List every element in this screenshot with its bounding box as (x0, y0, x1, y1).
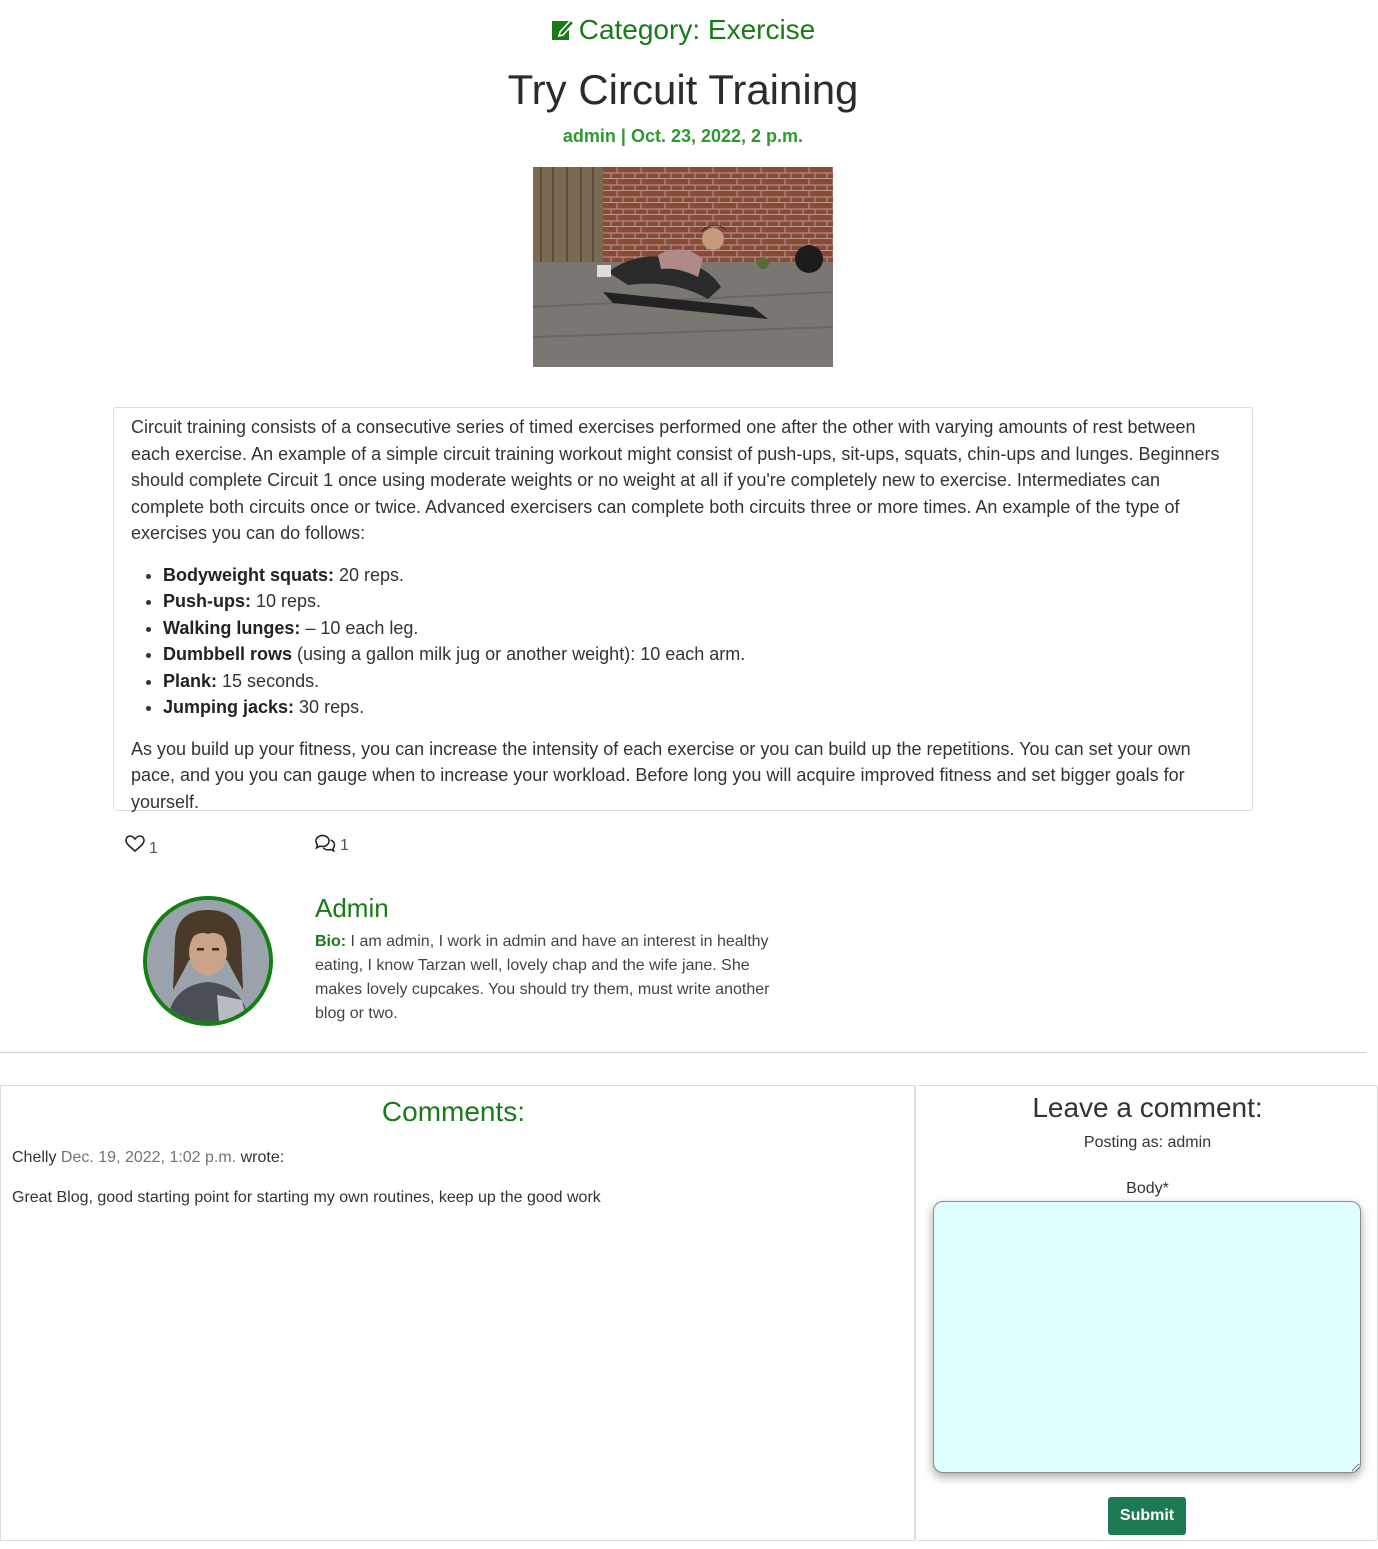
body-label: Body* (1126, 1180, 1169, 1197)
comment-count-indicator: 1 (314, 834, 349, 857)
exercise-detail: – 10 each leg. (300, 617, 419, 638)
author-avatar (143, 896, 273, 1026)
like-count: 1 (149, 840, 158, 857)
exercise-detail: (using a gallon milk jug or another weig… (292, 644, 746, 664)
exercise-name: Walking lunges: (163, 617, 301, 638)
comment-date: Dec. 19, 2022, 1:02 p.m. (60, 1149, 237, 1166)
exercise-name: Plank: (163, 670, 218, 691)
form-title: Leave a comment: (1032, 1092, 1263, 1123)
exercise-detail: 20 reps. (334, 564, 405, 585)
category-label: Category: Exercise (578, 14, 816, 45)
comment-header: Chelly Dec. 19, 2022, 1:02 p.m. wrote: (12, 1149, 284, 1167)
author-bio: Bio: I am admin, I work in admin and hav… (315, 930, 770, 1026)
comments-panel: Comments: Chelly Dec. 19, 2022, 1:02 p.m… (0, 1085, 915, 1541)
bio-label: Bio: (315, 933, 347, 950)
like-button[interactable]: 1 (125, 834, 158, 858)
comment-suffix: wrote: (240, 1149, 285, 1166)
post-image (533, 167, 833, 367)
list-item: Bodyweight squats: 20 reps. (163, 562, 1235, 589)
comment-body: Great Blog, good starting point for star… (12, 1189, 601, 1206)
list-item: Push-ups: 10 reps. (163, 588, 1235, 615)
exercise-detail: 10 reps. (251, 591, 322, 611)
post-intro: Circuit training consists of a consecuti… (131, 417, 1220, 543)
comment-count: 1 (340, 836, 349, 854)
list-item: Plank: 15 seconds. (163, 668, 1235, 695)
exercise-detail: 30 reps. (294, 697, 365, 717)
edit-square-icon (551, 17, 575, 43)
submit-button[interactable]: Submit (1108, 1497, 1186, 1535)
exercise-name: Dumbbell rows (163, 644, 293, 664)
post-category: Category: Exercise (0, 14, 1366, 46)
post-content: Circuit training consists of a consecuti… (113, 407, 1253, 812)
heart-outline-icon (125, 834, 145, 858)
bio-text: I am admin, I work in admin and have an … (315, 933, 770, 1022)
exercise-detail: 15 seconds. (217, 670, 320, 691)
exercise-name: Push-ups: (163, 591, 251, 611)
exercise-list: Bodyweight squats: 20 reps. Push-ups: 10… (163, 562, 1235, 721)
comment-body-input[interactable] (933, 1201, 1361, 1473)
comments-title: Comments: (381, 1096, 526, 1127)
list-item: Dumbbell rows (using a gallon milk jug o… (163, 641, 1235, 668)
post-title: Try Circuit Training (507, 66, 859, 113)
exercise-name: Jumping jacks: (163, 697, 295, 717)
section-divider (0, 1052, 1366, 1053)
posting-as: Posting as: admin (1083, 1134, 1212, 1151)
post-outro: As you build up your fitness, you can in… (131, 738, 1191, 812)
comment-author: Chelly (12, 1149, 57, 1166)
post-meta: admin | Oct. 23, 2022, 2 p.m. (562, 126, 804, 146)
list-item: Jumping jacks: 30 reps. (163, 694, 1235, 721)
exercise-name: Bodyweight squats: (163, 564, 335, 585)
chat-bubbles-icon (314, 834, 336, 857)
comment-form: Leave a comment: Posting as: admin Body*… (915, 1085, 1378, 1541)
list-item: Walking lunges: – 10 each leg. (163, 615, 1235, 642)
author-name: Admin (315, 893, 389, 923)
